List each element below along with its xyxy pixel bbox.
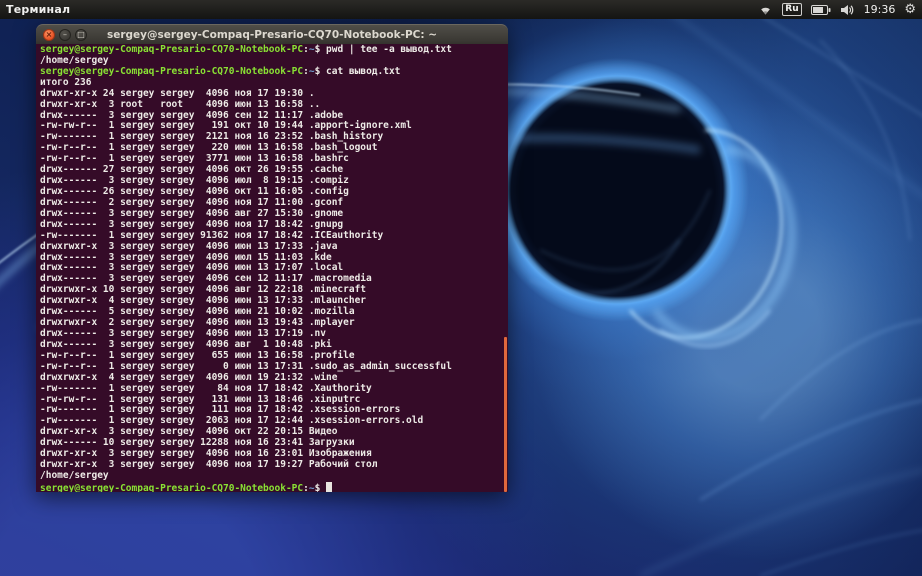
terminal-prompt-line: sergey@sergey-Compaq-Presario-CQ70-Noteb… — [40, 44, 508, 56]
typed-command: cat вывод.txt — [326, 65, 401, 77]
terminal-cursor — [326, 481, 333, 492]
prompt-user-host: sergey@sergey-Compaq-Presario-CQ70-Noteb… — [40, 482, 304, 492]
window-title: sergey@sergey-Compaq-Presario-CQ70-Noteb… — [106, 28, 438, 41]
prompt-dollar: $ — [314, 65, 327, 77]
session-gear-icon[interactable]: ⚙ — [904, 3, 916, 16]
terminal-screen[interactable]: sergey@sergey-Compaq-Presario-CQ70-Noteb… — [36, 44, 508, 492]
terminal-output-line: drwxr-xr-x 24 sergey sergey 4096 ноя 17 … — [40, 87, 315, 99]
terminal-scrollbar[interactable] — [504, 337, 507, 492]
window-buttons: × – □ — [43, 28, 87, 41]
terminal-output-line: drwxr-xr-x 3 root root 4096 июн 13 16:58… — [40, 98, 321, 110]
system-tray: Ru 19:36 ⚙ — [758, 3, 922, 16]
network-wifi-icon[interactable] — [758, 4, 773, 16]
terminal-prompt-line: sergey@sergey-Compaq-Presario-CQ70-Noteb… — [40, 481, 508, 492]
window-titlebar[interactable]: × – □ sergey@sergey-Compaq-Presario-CQ70… — [36, 24, 508, 44]
keyboard-layout-indicator[interactable]: Ru — [782, 3, 802, 16]
top-panel: Терминал Ru 19:36 ⚙ — [0, 0, 922, 19]
minimize-button[interactable]: – — [59, 28, 71, 41]
clock[interactable]: 19:36 — [864, 3, 896, 16]
active-app-title[interactable]: Терминал — [6, 3, 70, 16]
battery-icon[interactable] — [810, 4, 831, 15]
terminal-output: sergey@sergey-Compaq-Presario-CQ70-Noteb… — [40, 44, 508, 492]
prompt-user-host: sergey@sergey-Compaq-Presario-CQ70-Noteb… — [40, 65, 304, 77]
terminal-output-line: /home/sergey — [40, 469, 109, 481]
terminal-output-line: drwxrwxr-x 3 sergey sergey 4096 июн 13 1… — [40, 240, 338, 252]
terminal-output-line: -rw------- 1 sergey sergey 91362 ноя 17 … — [40, 229, 384, 241]
terminal-output-line: drwxr-xr-x 3 sergey sergey 4096 ноя 17 1… — [40, 459, 378, 471]
volume-icon[interactable] — [840, 4, 855, 16]
prompt-dollar: $ — [314, 44, 327, 55]
typed-command: pwd | tee -a вывод.txt — [326, 44, 452, 55]
prompt-user-host: sergey@sergey-Compaq-Presario-CQ70-Noteb… — [40, 44, 304, 55]
prompt-dollar: $ — [314, 482, 327, 492]
maximize-button[interactable]: □ — [75, 28, 87, 41]
close-button[interactable]: × — [43, 28, 55, 41]
terminal-window: × – □ sergey@sergey-Compaq-Presario-CQ70… — [36, 24, 508, 492]
terminal-prompt-line: sergey@sergey-Compaq-Presario-CQ70-Noteb… — [40, 65, 508, 78]
terminal-output-line: drwxrwxr-x 4 sergey sergey 4096 июл 19 2… — [40, 371, 338, 383]
terminal-output-line: -rw------- 1 sergey sergey 84 ноя 17 18:… — [40, 382, 372, 394]
